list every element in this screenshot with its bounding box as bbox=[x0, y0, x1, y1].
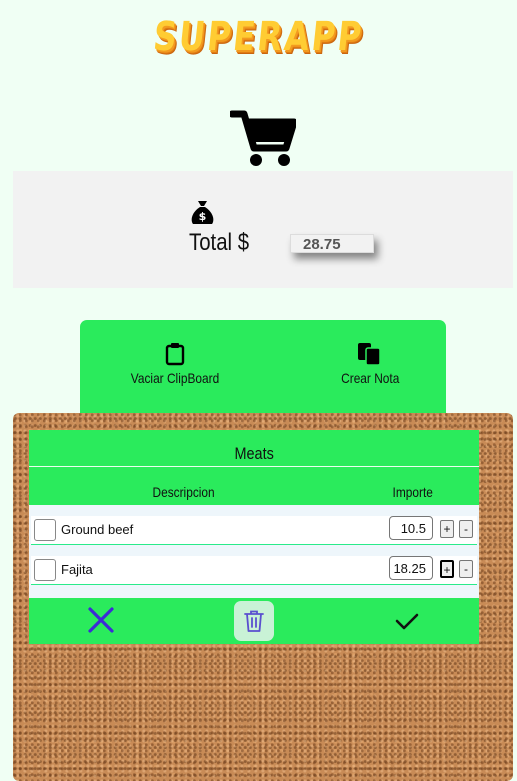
list-item: Ground beef 10.5 + - bbox=[31, 516, 477, 545]
svg-text:$: $ bbox=[199, 210, 207, 223]
clear-clipboard-label: Vaciar ClipBoard bbox=[130, 370, 220, 386]
column-amount: Importe bbox=[392, 484, 433, 500]
item-description[interactable]: Ground beef bbox=[61, 522, 133, 537]
item-description[interactable]: Fajita bbox=[61, 562, 93, 577]
delete-note-button[interactable] bbox=[234, 601, 274, 641]
create-note-label: Crear Nota bbox=[340, 370, 400, 386]
shopping-cart-icon[interactable] bbox=[230, 108, 296, 168]
increment-button[interactable]: + bbox=[440, 560, 454, 578]
total-value: 28.75 bbox=[290, 234, 374, 253]
total-panel: $ Total $ 28.75 bbox=[13, 171, 513, 288]
copy-icon bbox=[358, 343, 381, 366]
list-item: Fajita 18.25 + - bbox=[31, 556, 477, 585]
create-note-button[interactable]: Crear Nota bbox=[320, 342, 420, 386]
item-amount-input[interactable]: 18.25 bbox=[389, 556, 433, 580]
item-checkbox[interactable] bbox=[34, 559, 56, 581]
actions-panel: Vaciar ClipBoard Crear Nota bbox=[80, 320, 446, 420]
app-logo: SUPERAPP bbox=[151, 14, 366, 60]
clipboard-icon bbox=[165, 343, 185, 366]
item-checkbox[interactable] bbox=[34, 519, 56, 541]
increment-button[interactable]: + bbox=[440, 520, 454, 538]
trash-icon bbox=[244, 610, 264, 632]
decrement-button[interactable]: - bbox=[459, 560, 473, 578]
column-description: Descripcion bbox=[152, 484, 215, 500]
column-headers: Descripcion Importe bbox=[29, 467, 479, 505]
check-icon[interactable] bbox=[394, 608, 420, 634]
items-list: Ground beef 10.5 + - Fajita 18.25 + - bbox=[29, 505, 479, 598]
money-bag-icon: $ bbox=[191, 201, 214, 224]
note-title[interactable]: Meats bbox=[29, 430, 479, 467]
item-amount-input[interactable]: 10.5 bbox=[389, 516, 433, 540]
note-card: Meats Descripcion Importe Ground beef 10… bbox=[29, 430, 479, 644]
close-icon[interactable] bbox=[87, 606, 115, 634]
header: SUPERAPP bbox=[0, 0, 517, 171]
note-footer bbox=[29, 598, 479, 644]
clear-clipboard-button[interactable]: Vaciar ClipBoard bbox=[120, 342, 230, 386]
decrement-button[interactable]: - bbox=[459, 520, 473, 538]
total-label: Total $ bbox=[189, 229, 250, 256]
